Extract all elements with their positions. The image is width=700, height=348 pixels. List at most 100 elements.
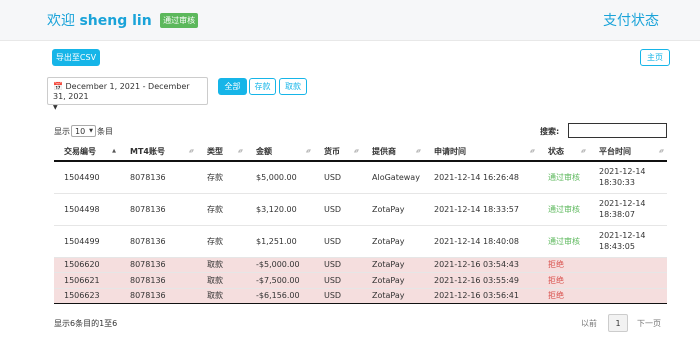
col-status-header[interactable]: 状态 ▲▼ bbox=[538, 143, 589, 162]
status-cell: 拒绝 bbox=[538, 272, 589, 288]
platform-date: 2021-12-14 bbox=[599, 199, 646, 208]
mt4-account-cell: 8078136 bbox=[120, 160, 197, 193]
table-info: 显示6条目的1至6 bbox=[54, 319, 118, 328]
transaction-id-cell: 1504498 bbox=[54, 192, 120, 225]
transaction-id-cell: 1506621 bbox=[54, 272, 120, 288]
amount-cell: -$7,500.00 bbox=[246, 272, 314, 288]
table-row: 1506621 8078136 取款 -$7,500.00 USD ZotaPay 2021… bbox=[54, 272, 667, 288]
sort-icon: ▲▼ bbox=[580, 148, 586, 153]
column-header-label: 状态 bbox=[548, 147, 564, 156]
column-header-label: 提供商 bbox=[372, 147, 396, 156]
request-time-cell: 2021-12-14 18:33:57 bbox=[424, 192, 538, 225]
status-cell: 通过审核 bbox=[538, 160, 589, 193]
transactions-table: 交易编号 ▲ MT4账号 ▲▼ 类型 ▲▼ 金额 ▲▼ 货币 ▲▼ 提供商 ▲▼ 申请时间 ▲▼ 状态 ▲▼ 平… bbox=[54, 143, 667, 304]
request-time-cell: 2021-12-16 03:56:41 bbox=[424, 287, 538, 304]
currency-cell: USD bbox=[314, 160, 362, 193]
sort-icon: ▲▼ bbox=[188, 148, 194, 153]
sort-icon: ▲▼ bbox=[658, 148, 664, 153]
sort-icon: ▲▼ bbox=[305, 148, 311, 153]
request-time-cell: 2021-12-14 16:26:48 bbox=[424, 160, 538, 193]
page-title: 支付状态 bbox=[603, 13, 659, 29]
platform-time-cell bbox=[589, 272, 667, 288]
col-amount-header[interactable]: 金额 ▲▼ bbox=[246, 143, 314, 162]
show-suffix: 条目 bbox=[97, 126, 113, 136]
amount-cell: $3,120.00 bbox=[246, 192, 314, 225]
col-platform-time-header[interactable]: 平台时间 ▲▼ bbox=[589, 143, 667, 162]
sort-icon: ▲▼ bbox=[529, 148, 535, 153]
pagination-current-page[interactable]: 1 bbox=[608, 314, 628, 332]
provider-cell: ZotaPay bbox=[362, 287, 424, 304]
status-cell: 拒绝 bbox=[538, 287, 589, 304]
date-range-picker[interactable]: 📅 December 1, 2021 - December 31, 2021 ▼ bbox=[47, 77, 208, 111]
tx-type-cell: 存款 bbox=[197, 160, 246, 193]
status-cell: 通过审核 bbox=[538, 224, 589, 257]
filter-all-button[interactable]: 全部 bbox=[218, 78, 247, 95]
currency-cell: USD bbox=[314, 272, 362, 288]
mt4-account-cell: 8078136 bbox=[120, 256, 197, 273]
filter-deposit-button[interactable]: 存款 bbox=[249, 78, 276, 95]
provider-cell: AloGateway bbox=[362, 160, 424, 193]
currency-cell: USD bbox=[314, 287, 362, 304]
page-size-select[interactable]: 10 ▼ bbox=[71, 125, 96, 137]
col-transaction-id-header[interactable]: 交易编号 ▲ bbox=[54, 143, 120, 162]
platform-time-cell bbox=[589, 287, 667, 304]
provider-cell: ZotaPay bbox=[362, 224, 424, 257]
request-time-cell: 2021-12-16 03:54:43 bbox=[424, 256, 538, 273]
platform-date: 2021-12-14 bbox=[599, 167, 646, 177]
mt4-account-cell: 8078136 bbox=[120, 272, 197, 288]
home-button[interactable]: 主页 bbox=[640, 49, 670, 66]
col-currency-header[interactable]: 货币 ▲▼ bbox=[314, 143, 362, 162]
amount-cell: $5,000.00 bbox=[246, 160, 314, 193]
currency-cell: USD bbox=[314, 224, 362, 257]
chevron-down-icon: ▼ bbox=[89, 128, 93, 134]
filter-withdraw-button[interactable]: 取款 bbox=[279, 78, 307, 95]
platform-time-cell: 2021-12-14 18:30:33 bbox=[589, 160, 667, 193]
provider-cell: ZotaPay bbox=[362, 256, 424, 273]
currency-cell: USD bbox=[314, 192, 362, 225]
page-size-value: 10 bbox=[75, 126, 86, 136]
provider-cell: ZotaPay bbox=[362, 192, 424, 225]
export-csv-button[interactable]: 导出至CSV bbox=[52, 49, 100, 66]
table-row: 1504499 8078136 存款 $1,251.00 USD ZotaPay 2021-… bbox=[54, 224, 667, 257]
welcome-text: 欢迎 bbox=[47, 13, 75, 29]
tx-type-cell: 取款 bbox=[197, 256, 246, 273]
table-row: 1506623 8078136 取款 -$6,156.00 USD ZotaPay 2021… bbox=[54, 287, 667, 304]
mt4-account-cell: 8078136 bbox=[120, 192, 197, 225]
top-bar: 欢迎 sheng lin 通过审核 支付状态 bbox=[0, 0, 700, 41]
status-cell: 通过审核 bbox=[538, 192, 589, 225]
pagination-previous[interactable]: 以前 bbox=[581, 318, 597, 329]
column-header-label: 交易编号 bbox=[64, 147, 96, 156]
platform-clock: 18:43:05 bbox=[599, 242, 635, 251]
column-header-label: 类型 bbox=[207, 147, 223, 156]
show-prefix: 显示 bbox=[54, 126, 70, 136]
platform-date: 2021-12-14 bbox=[599, 231, 646, 240]
sort-icon: ▲▼ bbox=[353, 148, 359, 153]
caret-down-icon: ▼ bbox=[53, 104, 58, 111]
currency-cell: USD bbox=[314, 256, 362, 273]
col-mt4-account-header[interactable]: MT4账号 ▲▼ bbox=[120, 143, 197, 162]
col-provider-header[interactable]: 提供商 ▲▼ bbox=[362, 143, 424, 162]
col-request-time-header[interactable]: 申请时间 ▲▼ bbox=[424, 143, 538, 162]
provider-cell: ZotaPay bbox=[362, 272, 424, 288]
platform-time-cell: 2021-12-14 18:43:05 bbox=[589, 224, 667, 257]
pagination-next[interactable]: 下一页 bbox=[637, 318, 661, 329]
transaction-id-cell: 1506620 bbox=[54, 256, 120, 273]
status-cell: 拒绝 bbox=[538, 256, 589, 273]
calendar-icon: 📅 bbox=[53, 82, 63, 91]
tx-type-cell: 取款 bbox=[197, 272, 246, 288]
tx-type-cell: 取款 bbox=[197, 287, 246, 304]
sort-icon: ▲▼ bbox=[237, 148, 243, 153]
platform-time-cell: 2021-12-14 18:38:07 bbox=[589, 192, 667, 225]
col-type-header[interactable]: 类型 ▲▼ bbox=[197, 143, 246, 162]
column-header-label: 申请时间 bbox=[434, 147, 466, 156]
table-row: 1506620 8078136 取款 -$5,000.00 USD ZotaPay 2021… bbox=[54, 256, 667, 273]
platform-clock: 18:38:07 bbox=[599, 210, 635, 219]
verified-badge: 通过审核 bbox=[160, 13, 199, 28]
table-row: 1504498 8078136 存款 $3,120.00 USD ZotaPay 2021-… bbox=[54, 192, 667, 225]
page-size-control: 显示 10 ▼ 条目 bbox=[54, 125, 113, 137]
transaction-id-cell: 1506623 bbox=[54, 287, 120, 304]
search-input[interactable] bbox=[568, 123, 667, 138]
username: sheng lin bbox=[79, 13, 152, 29]
table-header-row: 交易编号 ▲ MT4账号 ▲▼ 类型 ▲▼ 金额 ▲▼ 货币 ▲▼ 提供商 ▲▼ 申请时间 ▲▼ 状态 ▲▼ 平… bbox=[54, 143, 667, 162]
transaction-id-cell: 1504499 bbox=[54, 224, 120, 257]
